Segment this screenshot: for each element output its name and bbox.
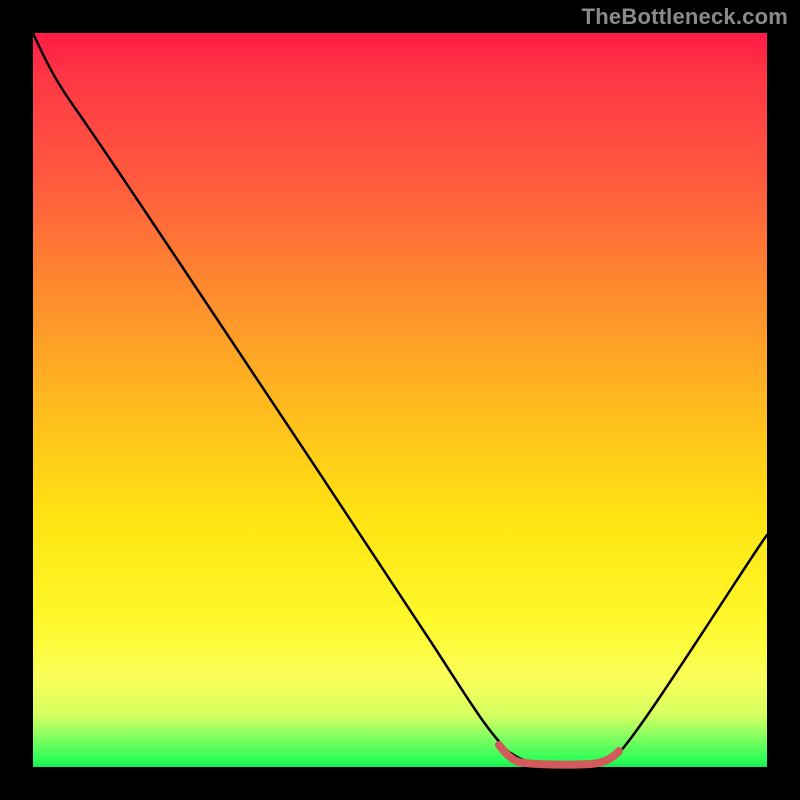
bottleneck-curve: [33, 33, 767, 764]
watermark-text: TheBottleneck.com: [582, 4, 788, 30]
chart-svg: [33, 33, 767, 767]
chart-frame: TheBottleneck.com: [0, 0, 800, 800]
optimal-marker: [499, 745, 619, 765]
